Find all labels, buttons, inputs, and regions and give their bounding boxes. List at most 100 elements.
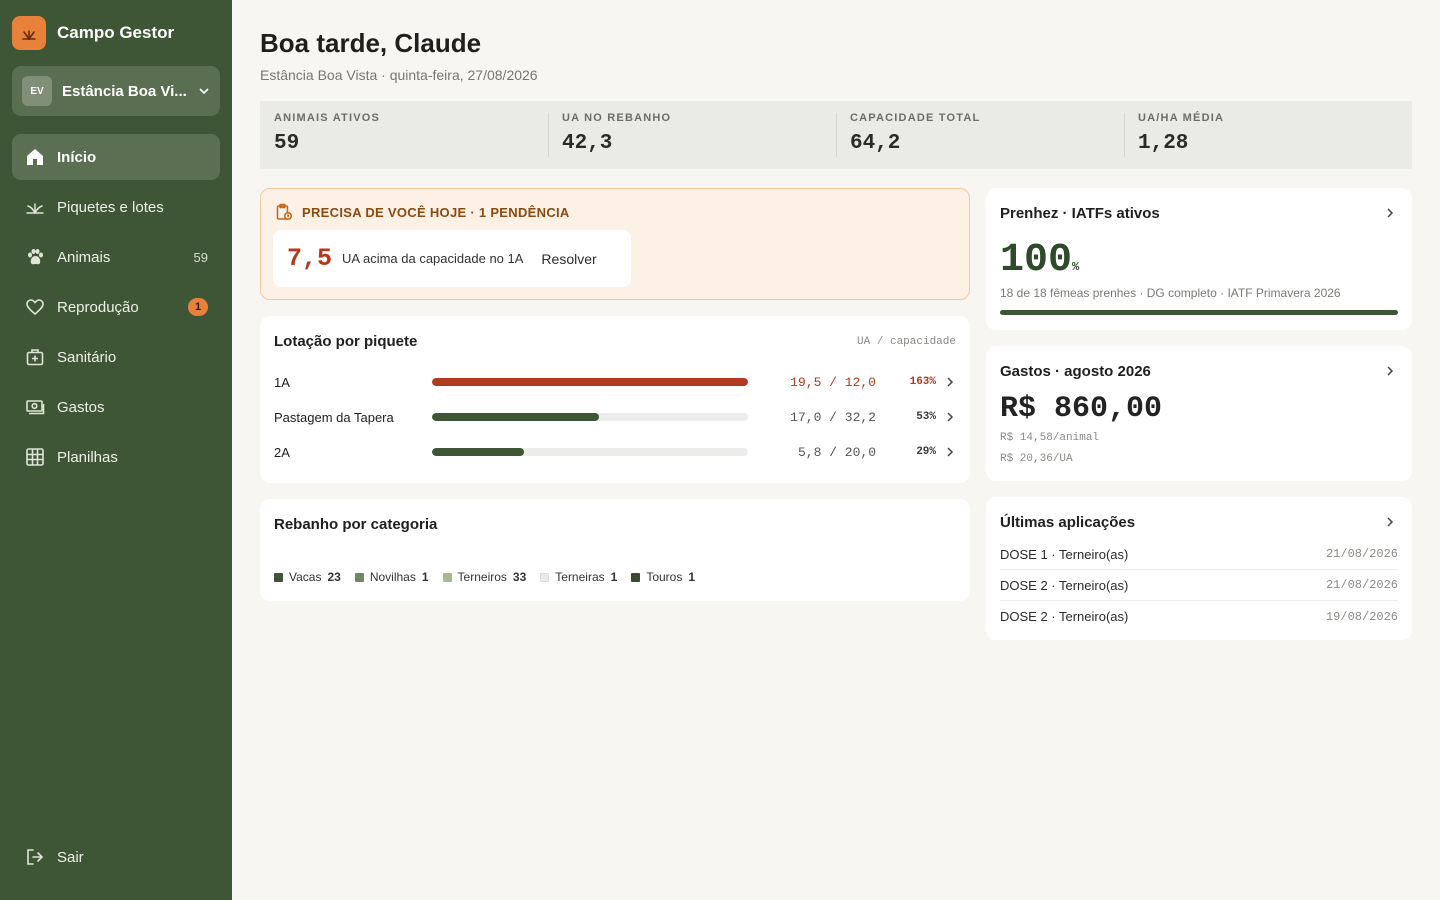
- nav-item-animais[interactable]: Animais 59: [12, 234, 220, 280]
- nav-label: Sanitário: [57, 348, 117, 366]
- piquete-pct: 29%: [916, 446, 936, 458]
- alert-header: PRECISA DE VOCÊ HOJE · 1 PENDÊNCIA: [275, 203, 570, 221]
- chevron-right-icon: [1387, 517, 1394, 527]
- farm-avatar: EV: [22, 76, 52, 106]
- notification-badge: 1: [188, 298, 208, 316]
- aplicacao-row[interactable]: DOSE 1 · Terneiro(as) 21/08/2026: [1000, 539, 1398, 570]
- piquete-row[interactable]: 2A 5,8 / 20,0 29%: [274, 442, 956, 462]
- piquete-bar-fill: [432, 413, 600, 421]
- paw-icon: [24, 247, 45, 268]
- legend-swatch: [274, 572, 283, 582]
- legend-label: Touros: [646, 570, 683, 584]
- nav-label: Planilhas: [57, 448, 118, 466]
- legend-item-vacas: Vacas 23: [274, 570, 341, 584]
- prenhez-value: 100%: [1000, 238, 1079, 283]
- alert-item: 7,5 UA acima da capacidade no 1A Resolve…: [273, 230, 631, 287]
- piquete-value: 19,5 / 12,0: [790, 374, 876, 390]
- rebanho-legend: Vacas 23 Novilhas 1 Terneiros 33 Terneiras 1…: [274, 570, 695, 584]
- logout-button[interactable]: Sair: [12, 834, 220, 880]
- kpi-capacidade-total: CAPACIDADE TOTAL 64,2: [836, 101, 1124, 169]
- kpi-value: 64,2: [850, 132, 901, 155]
- legend-count: 1: [421, 570, 429, 584]
- logout-label: Sair: [57, 848, 84, 866]
- piquete-name: Pastagem da Tapera: [274, 409, 394, 425]
- legend-count: 1: [610, 570, 618, 584]
- aplicacao-row[interactable]: DOSE 2 · Terneiro(as) 21/08/2026: [1000, 570, 1398, 601]
- legend-label: Novilhas: [369, 570, 416, 584]
- legend-label: Terneiros: [457, 570, 507, 584]
- piquete-pct: 163%: [909, 376, 936, 388]
- farm-selector[interactable]: EV Estância Boa Vi...: [12, 66, 220, 116]
- nav-label: Piquetes e lotes: [57, 198, 164, 216]
- piquete-name: 1A: [274, 374, 290, 390]
- chevron-right-icon: [947, 377, 954, 387]
- kpi-label: UA NO REBANHO: [562, 112, 672, 124]
- sidebar: Campo Gestor EV Estância Boa Vi... Iníci…: [0, 0, 232, 900]
- logout-icon: [24, 847, 45, 868]
- aplicacoes-card[interactable]: Últimas aplicações DOSE 1 · Terneiro(as)…: [986, 497, 1412, 640]
- rebanho-card: Rebanho por categoria Vacas 23 Novilhas 1 …: [260, 499, 970, 601]
- prenhez-progress: [1000, 310, 1398, 315]
- prenhez-detail: 18 de 18 fêmeas prenhes · DG completo · …: [1000, 286, 1341, 300]
- piquete-name: 2A: [274, 444, 290, 460]
- aplicacao-date: 21/08/2026: [1325, 547, 1398, 561]
- legend-label: Terneiras: [555, 570, 605, 584]
- legend-item-terneiras: Terneiras 1: [540, 570, 617, 584]
- piquete-bar-fill: [432, 378, 748, 386]
- piquete-bar: [432, 448, 748, 456]
- aplicacao-name: DOSE 2 · Terneiro(as): [1000, 577, 1129, 593]
- nav-item-sanitario[interactable]: Sanitário: [12, 334, 220, 380]
- aplicacao-row[interactable]: DOSE 2 · Terneiro(as) 19/08/2026: [1000, 601, 1398, 632]
- legend-item-terneiros: Terneiros 33: [442, 570, 527, 584]
- grid-icon: [24, 447, 45, 468]
- brand-name: Campo Gestor: [57, 23, 175, 42]
- nav-item-piquetes[interactable]: Piquetes e lotes: [12, 184, 220, 230]
- kpi-ua-rebanho: UA NO REBANHO 42,3: [548, 101, 836, 169]
- chevron-down-icon: [199, 88, 209, 95]
- alert-value: 7,5: [287, 244, 333, 273]
- piquete-value: 17,0 / 32,2: [790, 409, 876, 425]
- piquete-row[interactable]: 1A 19,5 / 12,0 163%: [274, 372, 956, 392]
- nav-item-inicio[interactable]: Início: [12, 134, 220, 180]
- legend-item-novilhas: Novilhas 1: [354, 570, 429, 584]
- gastos-card[interactable]: Gastos · agosto 2026 R$ 860,00 R$ 14,58/…: [986, 346, 1412, 481]
- nav-label: Reprodução: [57, 298, 139, 316]
- lotacao-legend: UA / capacidade: [856, 336, 956, 348]
- legend-swatch: [354, 572, 364, 582]
- brand[interactable]: Campo Gestor: [12, 16, 174, 50]
- main-nav: Início Piquetes e lotes Animais 59 Repro…: [12, 134, 220, 484]
- gastos-per-animal: R$ 14,58/animal: [1000, 432, 1100, 444]
- medkit-icon: [24, 347, 45, 368]
- piquete-value: 5,8 / 20,0: [797, 444, 876, 460]
- animal-count: 59: [193, 249, 208, 265]
- card-title: Lotação por piquete: [274, 333, 418, 350]
- legend-label: Vacas: [289, 570, 322, 584]
- prenhez-unit: %: [1072, 260, 1080, 274]
- kpi-value: 59: [274, 132, 300, 155]
- piquete-pct: 53%: [916, 411, 936, 423]
- legend-count: 23: [327, 570, 341, 584]
- grass-icon: [24, 197, 45, 218]
- piquete-bar: [432, 378, 748, 386]
- nav-item-gastos[interactable]: Gastos: [12, 384, 220, 430]
- home-icon: [24, 147, 45, 168]
- legend-count: 33: [512, 570, 527, 584]
- nav-item-reproducao[interactable]: Reprodução 1: [12, 284, 220, 330]
- piquete-row[interactable]: Pastagem da Tapera 17,0 / 32,2 53%: [274, 407, 956, 427]
- card-title: Gastos · agosto 2026: [1000, 363, 1151, 380]
- aplicacao-name: DOSE 2 · Terneiro(as): [1000, 609, 1129, 624]
- pending-alert: PRECISA DE VOCÊ HOJE · 1 PENDÊNCIA 7,5 U…: [260, 188, 970, 300]
- piquete-bar-fill: [432, 448, 524, 456]
- kpi-label: ANIMAIS ATIVOS: [274, 112, 381, 124]
- chevron-right-icon: [947, 447, 954, 457]
- gastos-per-ua: R$ 20,36/UA: [1000, 453, 1073, 465]
- farm-name: Estância Boa Vi...: [62, 82, 187, 100]
- resolve-button[interactable]: Resolver: [541, 251, 596, 267]
- aplicacao-date: 21/08/2026: [1325, 578, 1398, 592]
- prenhez-progress-fill: [1000, 310, 1398, 315]
- prenhez-card[interactable]: Prenhez · IATFs ativos 100% 18 de 18 fêm…: [986, 188, 1412, 330]
- chevron-right-icon: [947, 412, 954, 422]
- brand-logo-icon: [12, 16, 46, 50]
- prenhez-number: 100: [1000, 238, 1073, 283]
- nav-item-planilhas[interactable]: Planilhas: [12, 434, 220, 480]
